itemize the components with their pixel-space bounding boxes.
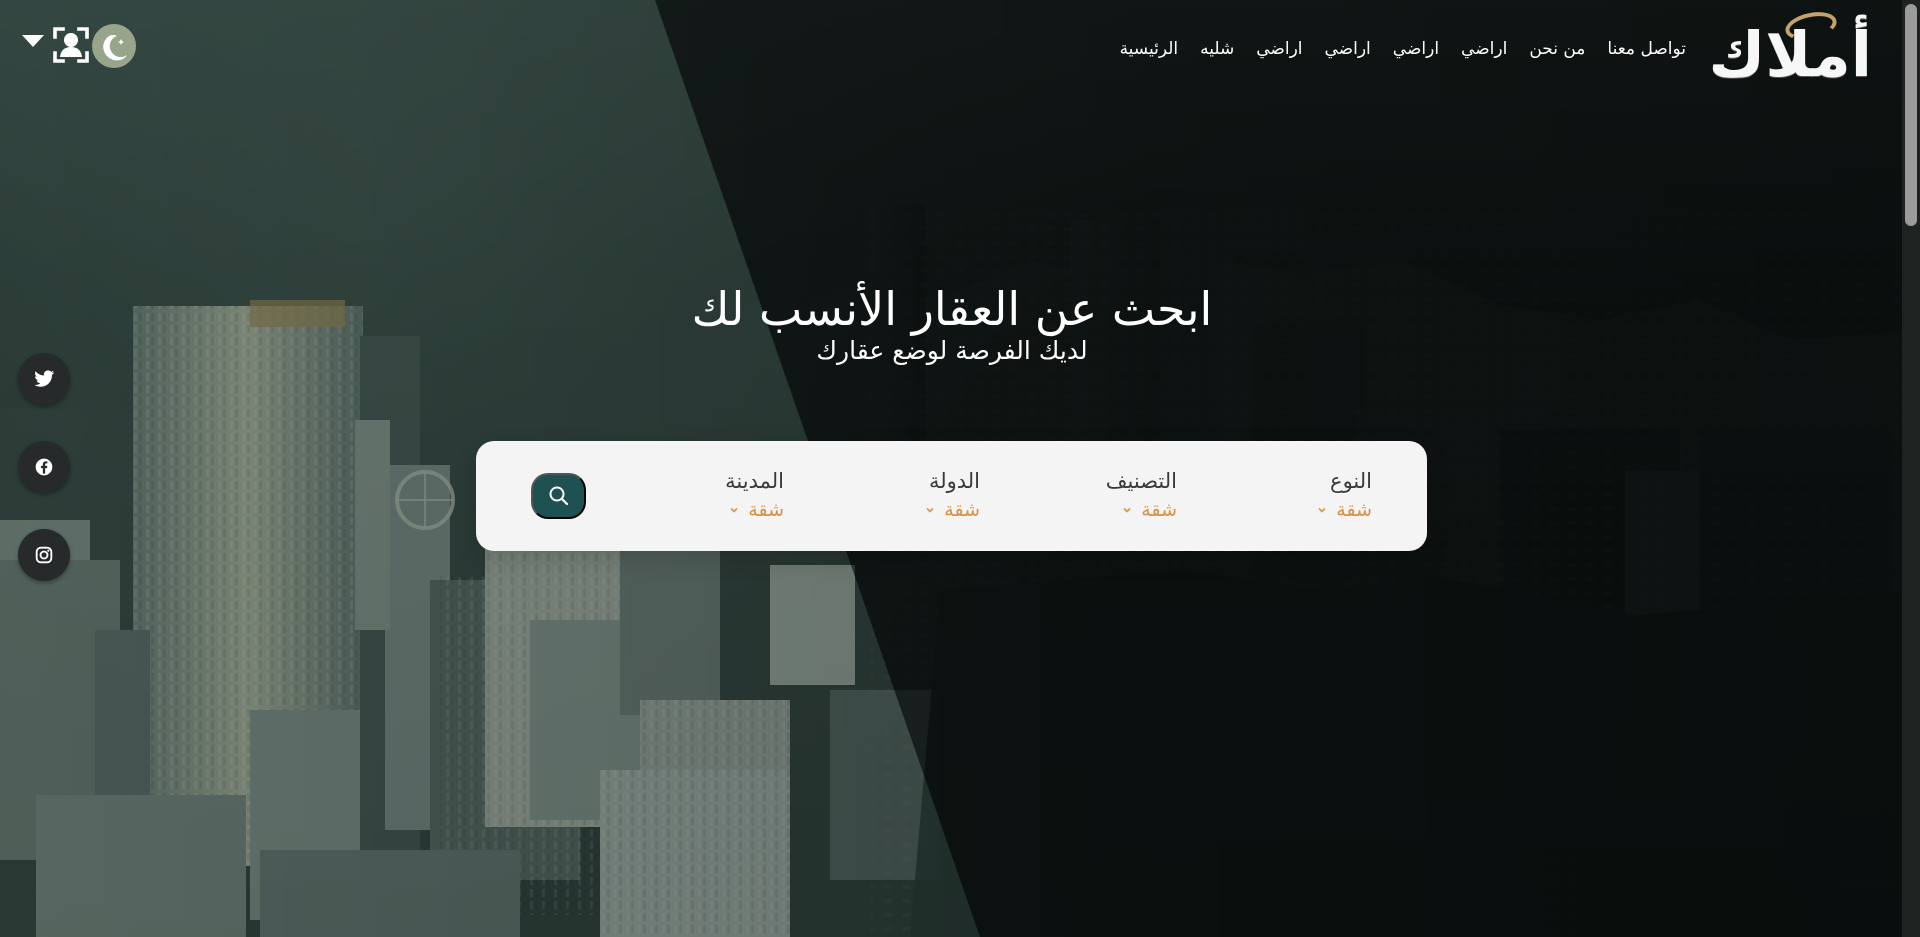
city-filter-value-row[interactable]: شقة [614, 496, 784, 524]
twitter-icon [33, 370, 54, 387]
nav-chalet[interactable]: شليه [1200, 37, 1234, 61]
vertical-scrollbar[interactable] [1902, 0, 1920, 937]
landing-page: أملاك الرئيسية شليه اراضي اراضي اراضي ار… [0, 0, 1920, 937]
search-button[interactable] [531, 473, 586, 519]
category-filter-value: شقة [1141, 499, 1177, 521]
nav-home[interactable]: الرئيسية [1120, 37, 1179, 61]
category-filter[interactable]: التصنيف شقة [1007, 466, 1177, 526]
city-filter[interactable]: المدينة شقة [614, 466, 784, 526]
chevron-down-icon [1318, 507, 1326, 513]
nav-lands-3[interactable]: اراضي [1393, 37, 1439, 61]
social-links [18, 353, 72, 583]
type-filter-value: شقة [1336, 499, 1372, 521]
nav-lands-1[interactable]: اراضي [1256, 37, 1302, 61]
facebook-button[interactable] [18, 441, 70, 493]
type-filter-value-row[interactable]: شقة [1202, 496, 1372, 524]
nav-lands-4[interactable]: اراضي [1461, 37, 1507, 61]
city-filter-label: المدينة [725, 469, 784, 493]
chevron-down-icon [926, 507, 934, 513]
chevron-down-icon [730, 507, 738, 513]
hero-subtitle: لديك الفرصة لوضع عقارك [816, 336, 1088, 365]
site-header: أملاك الرئيسية شليه اراضي اراضي اراضي ار… [0, 0, 1920, 95]
nav-lands-2[interactable]: اراضي [1325, 37, 1371, 61]
property-search-panel: النوع شقة التصنيف شقة الدولة شقة المدينة… [476, 441, 1427, 551]
country-filter-value: شقة [944, 499, 980, 521]
type-filter[interactable]: النوع شقة [1202, 466, 1372, 526]
main-navigation: الرئيسية شليه اراضي اراضي اراضي اراضي من… [1120, 37, 1686, 61]
theme-toggle-button[interactable] [92, 24, 136, 68]
nav-about[interactable]: من نحن [1529, 37, 1585, 61]
moon-icon [103, 35, 127, 61]
logo-text: أملاك [1708, 18, 1872, 91]
twitter-button[interactable] [18, 353, 70, 405]
account-theme-controls [22, 24, 142, 69]
country-filter-value-row[interactable]: شقة [810, 496, 980, 524]
facebook-icon [35, 458, 53, 476]
instagram-icon [35, 546, 53, 564]
chevron-down-icon [1123, 507, 1131, 513]
category-filter-value-row[interactable]: شقة [1007, 496, 1177, 524]
country-filter-label: الدولة [928, 469, 980, 493]
country-filter[interactable]: الدولة شقة [810, 466, 980, 526]
amlak-logo[interactable]: أملاك [1708, 7, 1872, 86]
category-filter-label: التصنيف [1105, 469, 1177, 493]
instagram-button[interactable] [18, 529, 70, 581]
city-filter-value: شقة [748, 499, 784, 521]
nav-contact[interactable]: تواصل معنا [1607, 37, 1686, 61]
chevron-down-icon[interactable] [22, 35, 44, 47]
user-scan-icon[interactable] [52, 26, 90, 64]
type-filter-label: النوع [1330, 469, 1372, 493]
search-icon [549, 486, 568, 506]
